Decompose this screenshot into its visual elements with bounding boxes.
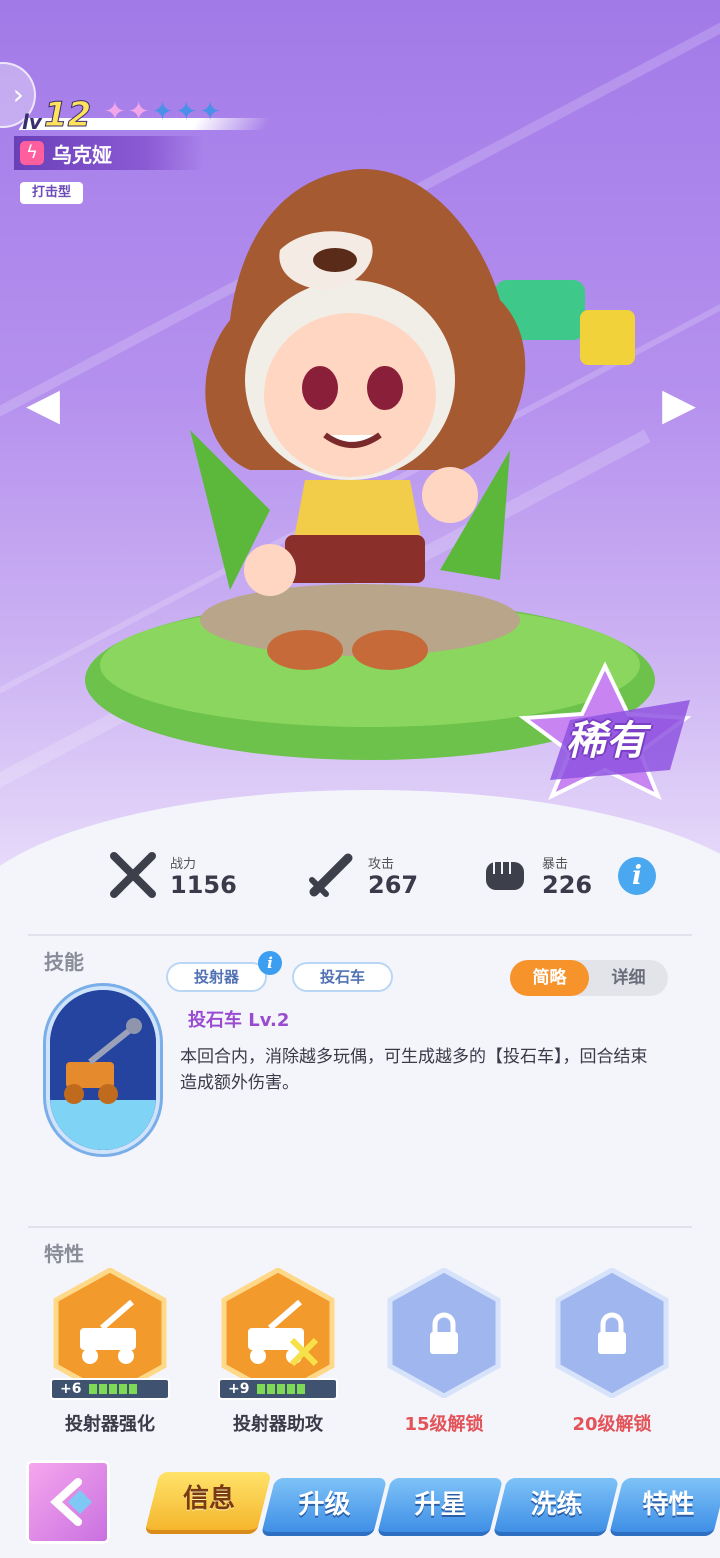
rarity-label: 稀有 xyxy=(566,718,646,764)
stat-label: 攻击 xyxy=(368,856,395,872)
star-icon: ✦ xyxy=(199,97,221,127)
star-rating: ✦ ✦ ✦ ✦ ✦ xyxy=(104,98,221,126)
trait-progress xyxy=(257,1384,306,1394)
stat-power: 战力 1156 xyxy=(108,845,237,905)
trait-unlock-label: 15级解锁 xyxy=(404,1414,484,1435)
trait-level-bar: +6 xyxy=(50,1378,170,1400)
skill-chip-launcher[interactable]: 投射器 xyxy=(166,962,268,992)
tab-label: 洗练 xyxy=(530,1490,583,1520)
stat-value: 267 xyxy=(368,870,419,899)
hero-level: lv 12 xyxy=(22,90,92,135)
traits-section-title: 特性 xyxy=(44,1242,84,1266)
back-button[interactable] xyxy=(26,1460,110,1544)
previous-hero-arrow[interactable]: ◀ xyxy=(12,382,74,428)
star-icon: ✦ xyxy=(175,97,198,127)
tab-label: 升级 xyxy=(298,1490,351,1520)
back-chevron-icon xyxy=(50,1478,92,1526)
skill-name: 投石车 Lv.2 xyxy=(188,1010,290,1031)
crossed-swords-icon xyxy=(110,852,156,898)
star-icon: ✦ xyxy=(127,97,150,127)
trait-label: 投射器助攻 xyxy=(233,1414,323,1435)
tab-star-up[interactable]: 升星 xyxy=(376,1478,504,1536)
trait-item[interactable]: +6 投射器强化 xyxy=(48,1268,172,1444)
skill-chip-catapult[interactable]: 投石车 xyxy=(292,962,394,992)
stat-value: 1156 xyxy=(170,870,237,899)
tab-label: 升星 xyxy=(414,1490,467,1520)
fist-icon xyxy=(486,862,524,890)
tab-traits[interactable]: 特性 xyxy=(608,1478,720,1536)
trait-item[interactable]: +9 投射器助攻 xyxy=(216,1268,340,1444)
rarity-badge: 稀有 xyxy=(510,660,700,801)
trait-label: 投射器强化 xyxy=(65,1414,155,1435)
tab-label: 特性 xyxy=(642,1490,695,1520)
stat-label: 战力 xyxy=(170,856,197,872)
skill-section-title: 技能 xyxy=(44,950,84,974)
trait-progress xyxy=(89,1384,138,1394)
tab-label: 信息 xyxy=(182,1484,235,1514)
divider xyxy=(28,1226,692,1228)
level-number: 12 xyxy=(43,95,92,135)
trait-item-locked[interactable]: 15级解锁 xyxy=(382,1268,506,1444)
trait-plus: +6 xyxy=(60,1381,82,1397)
skill-description: 本回合内，消除越多玩偶，可生成越多的【投石车】，回合结束造成额外伤害。 xyxy=(180,1047,648,1093)
stat-label: 暴击 xyxy=(542,856,569,872)
toggle-detail[interactable]: 详细 xyxy=(589,960,668,996)
toggle-brief[interactable]: 简略 xyxy=(510,960,589,996)
stat-value: 226 xyxy=(542,870,593,899)
tab-upgrade[interactable]: 升级 xyxy=(260,1478,388,1536)
trait-item-locked[interactable]: 20级解锁 xyxy=(550,1268,674,1444)
trait-unlock-label: 20级解锁 xyxy=(572,1414,652,1435)
stats-row: 战力 1156 攻击 267 暴击 226 xyxy=(0,845,720,915)
lock-icon xyxy=(387,1268,501,1398)
stat-attack: 攻击 267 xyxy=(306,845,418,905)
stats-info-icon[interactable]: i xyxy=(618,857,656,895)
tab-refine[interactable]: 洗练 xyxy=(492,1478,620,1536)
sword-icon xyxy=(309,853,353,897)
bottom-tab-bar: 信息 升级 升星 洗练 特性 xyxy=(0,1448,720,1558)
tab-info[interactable]: 信息 xyxy=(144,1472,272,1534)
hero-type-tag: 打击型 xyxy=(20,182,84,204)
trait-level-bar: +9 xyxy=(218,1378,338,1400)
skill-info-icon[interactable]: i xyxy=(258,951,282,975)
level-prefix: lv xyxy=(22,110,42,134)
trait-plus: +9 xyxy=(228,1381,250,1397)
description-toggle: 简略 详细 xyxy=(510,960,668,996)
lightning-icon: ϟ xyxy=(20,141,44,165)
catapult-icon xyxy=(50,990,156,1150)
stat-crit: 暴击 226 xyxy=(480,845,592,905)
star-icon: ✦ xyxy=(104,97,126,127)
star-icon: ✦ xyxy=(151,97,174,127)
skill-card[interactable] xyxy=(46,986,160,1154)
lock-icon xyxy=(555,1268,669,1398)
divider xyxy=(28,934,692,936)
